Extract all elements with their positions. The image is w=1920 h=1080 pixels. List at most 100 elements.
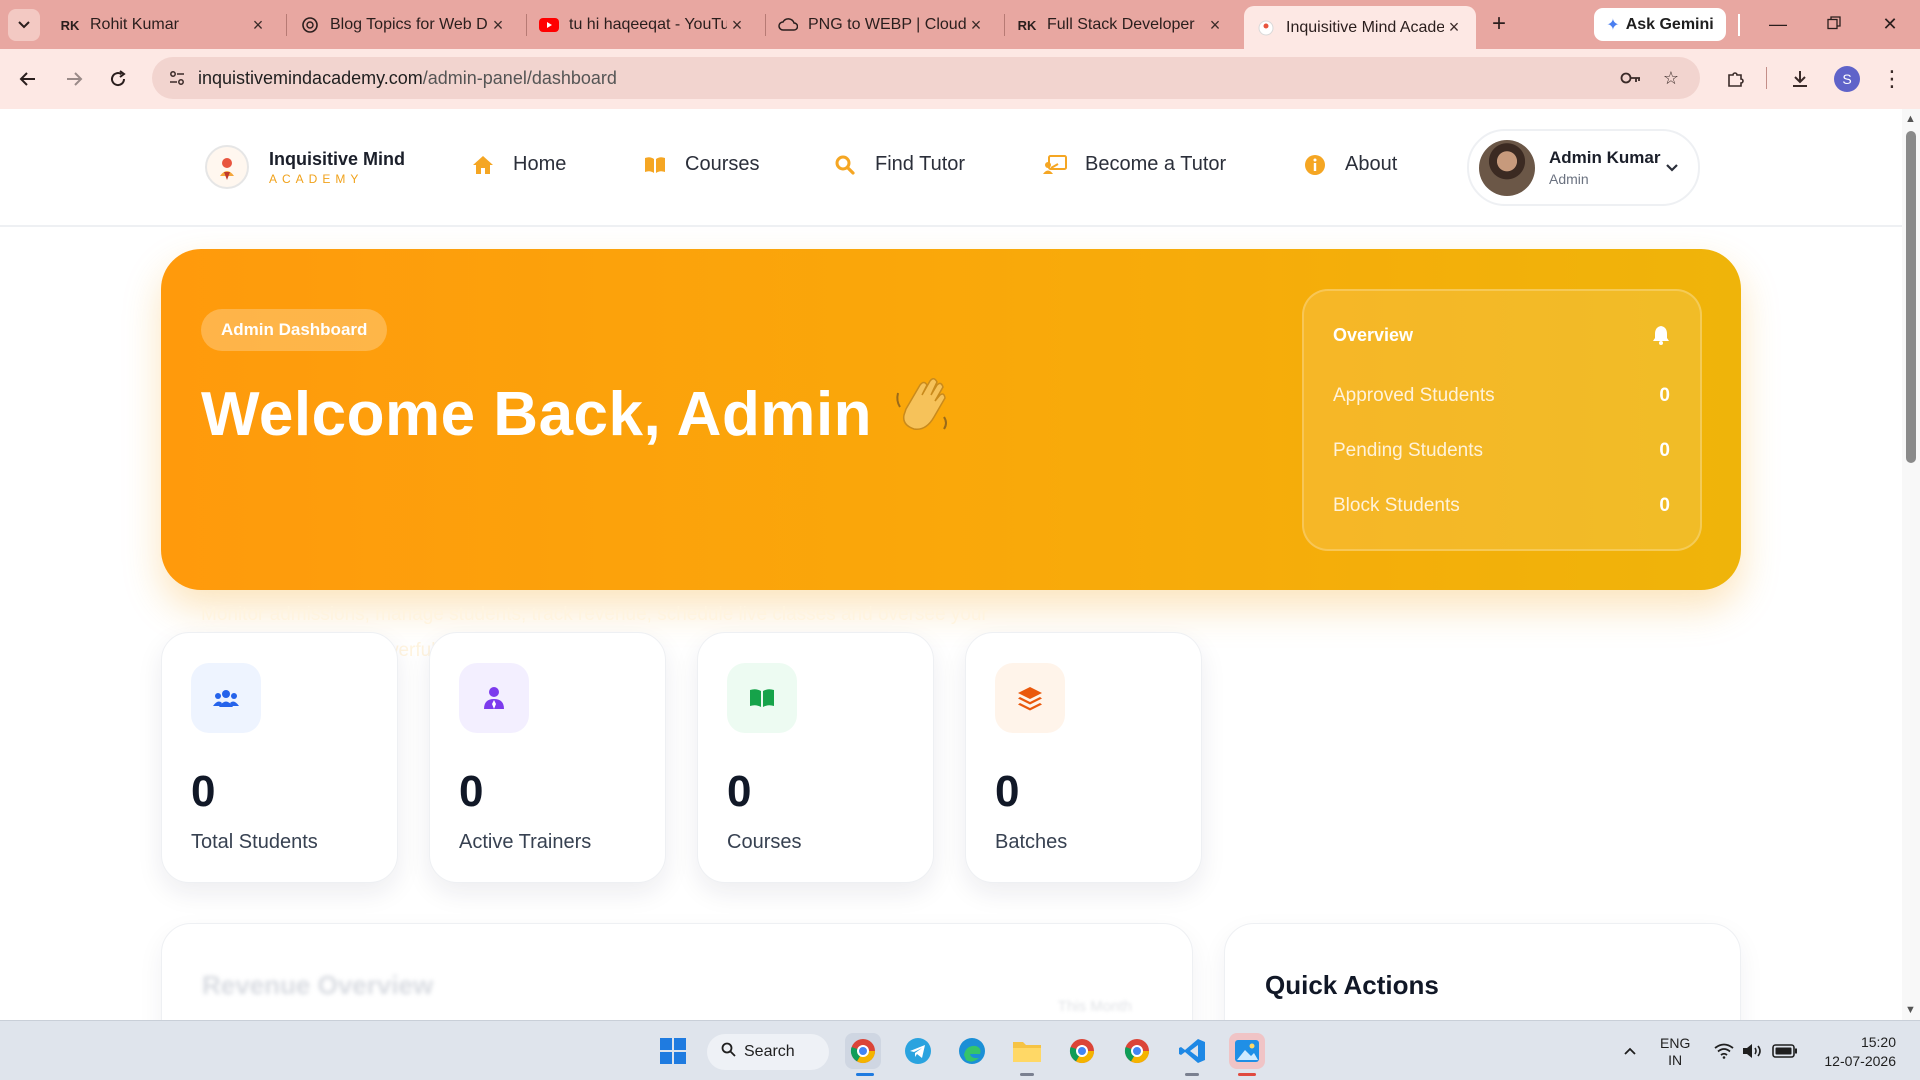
logo-name: Inquisitive Mind [269, 148, 406, 169]
tray-overflow-icon[interactable] [1612, 1033, 1648, 1069]
chalkboard-icon [1043, 154, 1067, 175]
tab-search-button[interactable] [8, 9, 40, 41]
dashboard-badge: Admin Dashboard [201, 309, 388, 351]
downloads-button[interactable] [1784, 63, 1816, 95]
back-button[interactable] [12, 63, 44, 95]
stat-card-total-students[interactable]: 0 Total Students [161, 632, 398, 883]
user-menu[interactable]: Admin Kumar Admin [1467, 129, 1700, 206]
chrome-icon[interactable] [1064, 1033, 1100, 1069]
site-logo[interactable]: Inquisitive Mind ACADEMY [205, 145, 405, 189]
close-icon[interactable]: × [248, 15, 268, 36]
overview-title: Overview [1333, 325, 1414, 345]
user-name: Admin Kumar [1549, 148, 1661, 167]
nav-home[interactable]: Home [471, 153, 566, 176]
windows-start-icon[interactable] [655, 1033, 691, 1069]
stat-value: 0 [995, 767, 1020, 816]
search-icon [833, 155, 857, 175]
scroll-down-icon[interactable]: ▼ [1905, 1004, 1916, 1016]
ask-gemini-button[interactable]: ✦ Ask Gemini [1594, 8, 1726, 41]
scroll-up-icon[interactable]: ▲ [1905, 113, 1916, 125]
close-icon[interactable]: × [488, 15, 508, 36]
chrome-alt-profile-icon[interactable] [1119, 1033, 1155, 1069]
reload-button[interactable] [102, 63, 134, 95]
overview-row-blocked[interactable]: Block Students 0 [1333, 495, 1670, 517]
page-scrollbar[interactable]: ▲ ▼ [1902, 109, 1920, 1020]
profile-avatar[interactable]: S [1834, 66, 1860, 92]
site-header: Inquisitive Mind ACADEMY Home Courses Fi… [0, 109, 1902, 227]
nav-courses[interactable]: Courses [643, 153, 759, 176]
quick-actions-panel: Quick Actions [1224, 923, 1741, 1020]
revenue-overview-panel: Revenue Overview This Month [161, 923, 1193, 1020]
browser-tab-active[interactable]: Inquisitive Mind Academy × [1244, 6, 1476, 49]
edge-icon[interactable] [954, 1033, 990, 1069]
book-icon [643, 156, 667, 174]
reload-icon [111, 70, 126, 87]
revenue-title: Revenue Overview [202, 970, 434, 1000]
close-icon[interactable]: × [1205, 15, 1225, 36]
scrollbar-thumb[interactable] [1906, 131, 1916, 463]
stat-value: 0 [459, 767, 484, 816]
chevron-down-icon [1666, 164, 1678, 172]
taskbar-search[interactable]: Search [707, 1034, 829, 1070]
browser-tab[interactable]: PNG to WEBP | CloudConvert × [766, 7, 998, 43]
battery-icon[interactable] [1767, 1033, 1803, 1069]
volume-icon[interactable] [1735, 1033, 1771, 1069]
minimize-button[interactable]: — [1758, 10, 1798, 40]
vscode-icon[interactable] [1174, 1033, 1210, 1069]
browser-menu-button[interactable]: ⋮ [1876, 63, 1908, 95]
restore-button[interactable] [1814, 10, 1854, 40]
browser-tab[interactable]: Blog Topics for Web Dev × [288, 7, 520, 43]
overview-row-pending[interactable]: Pending Students 0 [1333, 440, 1670, 462]
stat-label: Batches [995, 831, 1068, 853]
bell-icon[interactable] [1652, 325, 1670, 345]
welcome-banner: Admin Dashboard Welcome Back, Admin Moni… [161, 249, 1741, 661]
quick-actions-title: Quick Actions [1265, 970, 1439, 1000]
stat-label: Active Trainers [459, 831, 592, 853]
waving-hand-icon [892, 373, 952, 449]
windows-taskbar: Search ENG IN 15:20 12-07-2026 [0, 1020, 1920, 1080]
cloudconvert-icon [778, 15, 798, 35]
bookmark-star-icon[interactable]: ☆ [1660, 67, 1682, 89]
system-clock[interactable]: 15:20 12-07-2026 [1816, 1033, 1896, 1071]
arrow-left-icon [19, 72, 35, 86]
forward-button[interactable] [58, 63, 90, 95]
telegram-icon[interactable] [900, 1033, 936, 1069]
close-icon[interactable]: × [727, 15, 747, 36]
nav-about[interactable]: About [1303, 153, 1397, 176]
stat-label: Total Students [191, 831, 318, 853]
users-icon [191, 663, 261, 733]
rk-logo-icon: RK [60, 17, 80, 33]
close-window-button[interactable]: ✕ [1870, 10, 1910, 40]
browser-tab[interactable]: RK Full Stack Developer × [1005, 7, 1237, 43]
address-bar[interactable]: inquistivemindacademy.com/admin-panel/da… [152, 57, 1700, 99]
close-icon[interactable]: × [966, 15, 986, 36]
stat-card-batches[interactable]: 0 Batches [965, 632, 1202, 883]
page-title: Welcome Back, Admin [201, 373, 952, 450]
nav-become-tutor[interactable]: Become a Tutor [1043, 153, 1226, 176]
close-icon[interactable]: × [1444, 17, 1464, 38]
site-logo-icon [1256, 18, 1276, 38]
stat-label: Courses [727, 831, 802, 853]
language-indicator[interactable]: ENG IN [1660, 1035, 1690, 1069]
overview-row-approved[interactable]: Approved Students 0 [1333, 385, 1670, 407]
gemini-sparkle-icon: ✦ [1606, 16, 1620, 34]
chrome-profile-taskbar-icon[interactable] [845, 1033, 881, 1069]
stat-card-active-trainers[interactable]: 0 Active Trainers [429, 632, 666, 883]
page-viewport: Inquisitive Mind ACADEMY Home Courses Fi… [0, 109, 1902, 1020]
search-icon [721, 1042, 736, 1062]
stat-card-courses[interactable]: 0 Courses [697, 632, 934, 883]
stat-value: 0 [727, 767, 752, 816]
nav-find-tutor[interactable]: Find Tutor [833, 153, 965, 176]
browser-tab[interactable]: tu hi haqeeqat - YouTube × [527, 7, 759, 43]
photos-icon[interactable] [1229, 1033, 1265, 1069]
new-tab-button[interactable]: + [1484, 10, 1514, 40]
logo-subtitle: ACADEMY [269, 171, 364, 186]
revenue-period-select[interactable]: This Month [1058, 998, 1132, 1015]
site-settings-icon[interactable] [166, 67, 188, 89]
url-host: inquistivemindacademy.com [198, 67, 423, 88]
rk-logo-icon: RK [1017, 17, 1037, 33]
extensions-button[interactable] [1720, 63, 1752, 95]
file-explorer-icon[interactable] [1009, 1033, 1045, 1069]
browser-tab[interactable]: RK Rohit Kumar × [48, 7, 280, 43]
password-key-icon[interactable] [1620, 67, 1642, 89]
